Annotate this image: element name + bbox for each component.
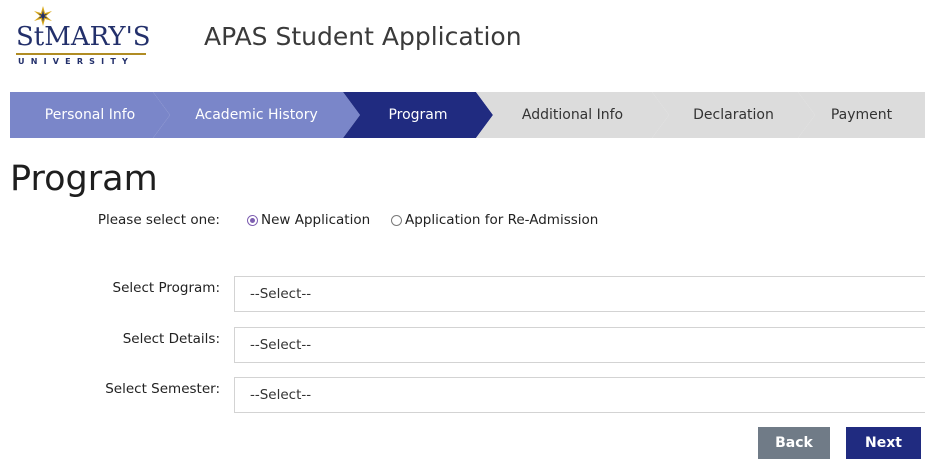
step-label: Payment bbox=[830, 107, 893, 123]
page-title: Program bbox=[10, 159, 158, 199]
step-label: Academic History bbox=[195, 107, 318, 123]
details-row: Select Details: --Select-- bbox=[0, 327, 925, 363]
back-button[interactable]: Back bbox=[758, 427, 830, 459]
step-label: Program bbox=[388, 107, 448, 123]
step-academic-history[interactable]: Academic History bbox=[153, 92, 360, 138]
university-logo: StMARY'S UNIVERSITY bbox=[16, 6, 152, 68]
details-label: Select Details: bbox=[122, 331, 220, 347]
semester-select[interactable]: --Select-- bbox=[234, 377, 925, 413]
radio-label: Application for Re-Admission bbox=[405, 212, 599, 228]
step-label: Additional Info bbox=[521, 107, 624, 123]
progress-steps: Personal Info Academic History Program A… bbox=[10, 92, 925, 138]
header: StMARY'S UNIVERSITY APAS Student Applica… bbox=[0, 0, 925, 82]
logo-underline bbox=[16, 53, 146, 55]
radio-label: New Application bbox=[261, 212, 371, 228]
logo-subtitle: UNIVERSITY bbox=[18, 57, 134, 66]
application-type-group: Please select one: New Application Appli… bbox=[0, 212, 925, 232]
semester-row: Select Semester: --Select-- bbox=[0, 377, 925, 413]
step-payment[interactable]: Payment bbox=[798, 92, 925, 138]
radio-readmission[interactable]: Application for Re-Admission bbox=[391, 212, 598, 228]
radio-unselected-icon[interactable] bbox=[391, 214, 402, 226]
semester-label: Select Semester: bbox=[105, 381, 220, 397]
next-button[interactable]: Next bbox=[846, 427, 921, 459]
step-label: Declaration bbox=[693, 107, 774, 123]
details-select[interactable]: --Select-- bbox=[234, 327, 925, 363]
program-row: Select Program: --Select-- bbox=[0, 276, 925, 312]
application-type-label: Please select one: bbox=[97, 212, 220, 228]
app-title: APAS Student Application bbox=[204, 22, 522, 51]
step-personal-info[interactable]: Personal Info bbox=[10, 92, 170, 138]
radio-new-application[interactable]: New Application bbox=[247, 212, 370, 228]
step-program[interactable]: Program bbox=[343, 92, 493, 138]
step-declaration[interactable]: Declaration bbox=[652, 92, 815, 138]
program-label: Select Program: bbox=[112, 280, 220, 296]
step-label: Personal Info bbox=[44, 107, 136, 123]
logo-wordmark: StMARY'S bbox=[16, 22, 151, 52]
step-additional-info[interactable]: Additional Info bbox=[476, 92, 669, 138]
radio-selected-icon[interactable] bbox=[247, 214, 258, 226]
program-select[interactable]: --Select-- bbox=[234, 276, 925, 312]
